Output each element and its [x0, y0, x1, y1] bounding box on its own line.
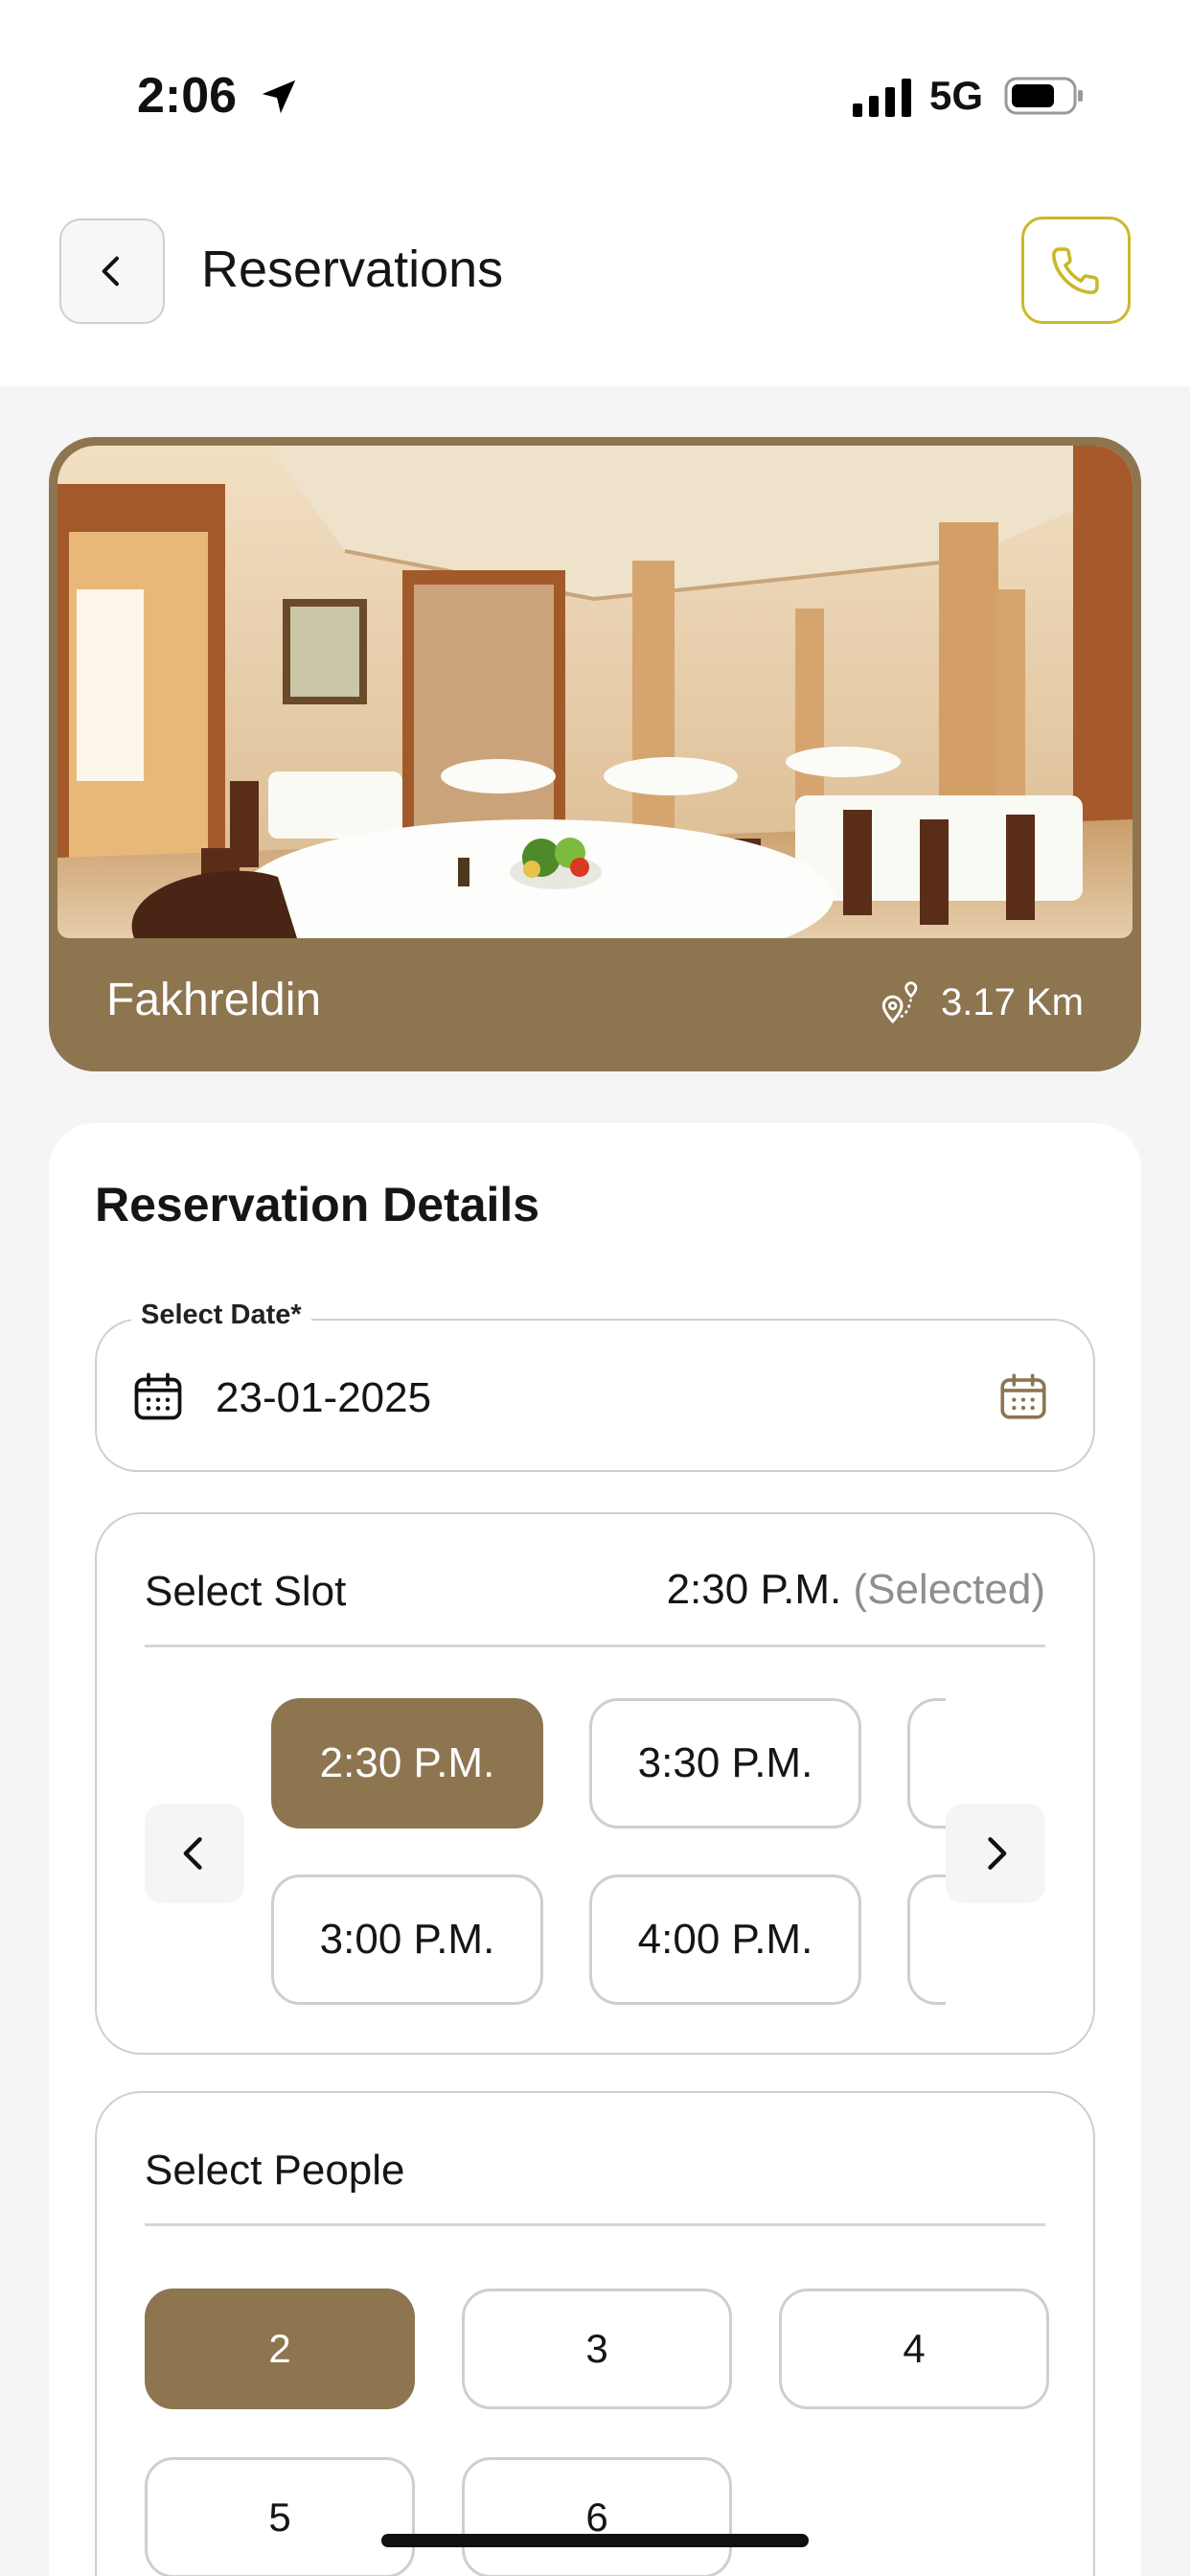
reservation-details-panel: Reservation Details Select Date* 23-01-2…	[49, 1123, 1141, 2576]
people-option[interactable]: 2	[145, 2288, 415, 2409]
restaurant-photo	[57, 446, 1133, 938]
slot-option[interactable]: 4:00 P.M.	[589, 1874, 861, 2005]
phone-icon	[1051, 247, 1099, 295]
people-section-title: Select People	[145, 2147, 405, 2194]
selected-slot-time: 2:30 P.M.	[666, 1566, 842, 1613]
date-field-label: Select Date*	[131, 1300, 311, 1331]
distance-info: 3.17 Km	[868, 976, 1084, 1029]
signal-icon	[853, 79, 911, 117]
people-option[interactable]: 4	[779, 2288, 1049, 2409]
app-header: Reservations	[0, 192, 1190, 386]
slot-option-partial[interactable]	[907, 1874, 946, 2005]
page-title: Reservations	[201, 241, 504, 298]
people-selector: Select People 2 3 4 5 6	[95, 2091, 1095, 2576]
status-bar: 2:06 5G	[0, 0, 1190, 192]
slot-option-partial[interactable]	[907, 1698, 946, 1828]
back-button[interactable]	[59, 218, 165, 324]
people-option[interactable]: 5	[145, 2457, 415, 2576]
calendar-icon	[134, 1372, 182, 1420]
selected-slot-summary: 2:30 P.M. (Selected)	[667, 1566, 1045, 1614]
chevron-left-icon	[102, 256, 119, 287]
reservation-details-title: Reservation Details	[95, 1178, 540, 1231]
slot-option[interactable]: 3:30 P.M.	[589, 1698, 861, 1828]
home-indicator[interactable]	[381, 2534, 809, 2547]
slot-option[interactable]: 3:00 P.M.	[271, 1874, 543, 2005]
people-option[interactable]: 6	[462, 2457, 732, 2576]
chevron-right-icon	[988, 1837, 1007, 1870]
restaurant-card[interactable]: Fakhreldin 3.17 Km	[49, 437, 1141, 1071]
restaurant-distance: 3.17 Km	[941, 980, 1084, 1024]
status-time: 2:06	[137, 68, 238, 124]
slot-prev-button[interactable]	[145, 1804, 244, 1903]
chevron-left-icon	[183, 1837, 202, 1870]
selected-slot-tag: (Selected)	[853, 1566, 1045, 1613]
map-pin-route-icon	[881, 981, 918, 1024]
call-button[interactable]	[1021, 217, 1131, 324]
slot-option[interactable]: 2:30 P.M.	[271, 1698, 543, 1828]
people-option[interactable]: 3	[462, 2288, 732, 2409]
divider	[145, 1644, 1045, 1647]
date-field[interactable]: Select Date* 23-01-2025	[95, 1300, 1095, 1472]
divider	[145, 2223, 1045, 2226]
date-value: 23-01-2025	[216, 1374, 432, 1421]
slot-selector: Select Slot 2:30 P.M. (Selected) 2:30 P.…	[95, 1512, 1095, 2055]
battery-icon	[1004, 77, 1083, 115]
slot-next-button[interactable]	[946, 1804, 1045, 1903]
location-arrow-icon	[262, 80, 296, 114]
network-type: 5G	[929, 73, 984, 118]
slot-section-title: Select Slot	[145, 1568, 347, 1615]
restaurant-name: Fakhreldin	[106, 975, 322, 1025]
calendar-picker-icon[interactable]	[995, 1367, 1051, 1426]
